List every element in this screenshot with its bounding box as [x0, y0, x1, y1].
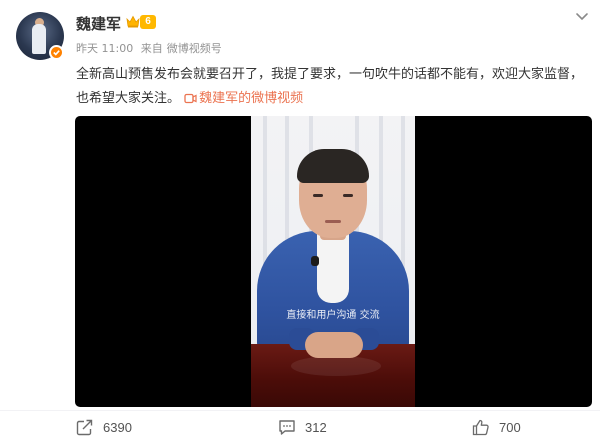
speaker-eye	[313, 194, 323, 197]
thumbs-up-icon	[472, 419, 489, 435]
verified-badge-icon	[49, 45, 64, 60]
weibo-post-card: 魏建军 6 昨天 11:00 来自 微博视频号 全新高山预售发布会就要召开了，我提…	[0, 0, 600, 447]
desk-reflection	[291, 356, 381, 376]
avatar-figure-body	[32, 24, 46, 54]
video-player[interactable]: 直接和用户沟通 交流	[75, 116, 592, 407]
source-prefix: 来自	[140, 42, 163, 55]
share-count: 6390	[103, 419, 132, 435]
author-name[interactable]: 魏建军	[76, 13, 121, 34]
speaker-hands	[305, 332, 363, 358]
comment-count: 312	[305, 419, 327, 435]
comment-button[interactable]: 312	[278, 416, 327, 438]
like-button[interactable]: 700	[472, 416, 521, 438]
comment-icon	[279, 419, 295, 435]
speaker-mouth	[325, 220, 341, 223]
video-frame: 直接和用户沟通 交流	[251, 116, 415, 407]
post-meta: 昨天 11:00 来自 微博视频号	[76, 40, 226, 56]
chevron-down-icon[interactable]	[574, 10, 590, 24]
post-text: 全新高山预售发布会就要召开了，我提了要求，一句吹牛的话都不能有，欢迎大家监督，也…	[76, 63, 586, 111]
post-body: 全新高山预售发布会就要召开了，我提了要求，一句吹牛的话都不能有，欢迎大家监督，也…	[76, 67, 584, 106]
video-link-label: 魏建军的微博视频	[199, 91, 304, 106]
speaker-hair	[297, 149, 369, 183]
like-count: 700	[499, 419, 521, 435]
speaker-eye	[343, 194, 353, 197]
speaker-shirt	[317, 233, 349, 303]
share-icon	[76, 419, 93, 435]
post-time[interactable]: 昨天 11:00	[76, 42, 133, 55]
post-source[interactable]: 微博视频号	[167, 42, 222, 55]
video-link-icon	[184, 93, 197, 104]
share-button[interactable]: 6390	[76, 416, 132, 438]
user-level-badge: 6	[140, 15, 156, 29]
footer-divider	[0, 410, 600, 411]
crown-icon	[126, 15, 140, 28]
video-subtitle: 直接和用户沟通 交流	[286, 310, 380, 321]
video-source-link[interactable]: 魏建军的微博视频	[184, 91, 303, 106]
lapel-mic	[311, 256, 319, 266]
